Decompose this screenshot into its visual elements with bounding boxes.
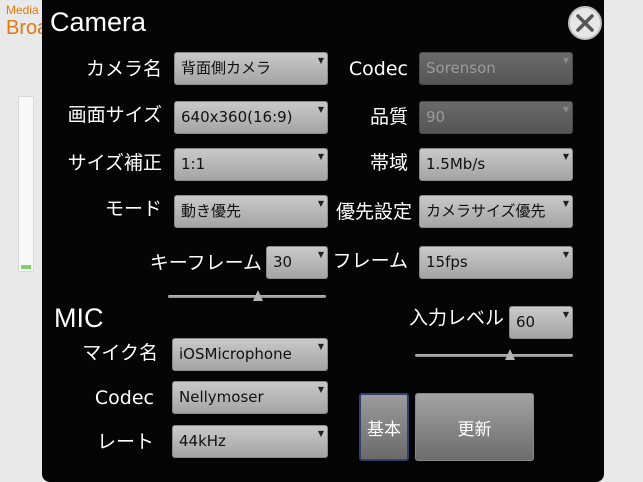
dropdown-arrow-icon: ▼ — [562, 250, 569, 259]
keyframe-value: 30 — [273, 253, 293, 271]
dropdown-arrow-icon: ▼ — [562, 199, 569, 208]
mic-rate-label: レート — [96, 431, 154, 453]
dropdown-arrow-icon: ▼ — [317, 429, 324, 438]
bandwidth-label: 帯域 — [369, 152, 408, 174]
dropdown-arrow-icon: ▼ — [317, 250, 324, 259]
dropdown-arrow-icon: ▼ — [562, 105, 569, 114]
quality-dropdown: 90 ▼ — [419, 101, 573, 134]
framerate-dropdown[interactable]: 15fps ▼ — [419, 246, 573, 279]
input-level-slider[interactable] — [415, 348, 573, 362]
quality-value: 90 — [426, 108, 446, 126]
dropdown-arrow-icon: ▼ — [317, 199, 324, 208]
camera-codec-dropdown: Sorenson ▼ — [419, 52, 573, 85]
framerate-label: フレーム — [332, 250, 408, 272]
dropdown-arrow-icon: ▼ — [317, 56, 324, 65]
mic-rate-dropdown[interactable]: 44kHz ▼ — [172, 425, 328, 458]
keyframe-slider[interactable] — [168, 289, 326, 303]
mic-codec-value: Nellymoser — [179, 388, 264, 406]
dropdown-arrow-icon: ▼ — [317, 385, 324, 394]
size-correction-value: 1:1 — [181, 155, 206, 173]
mode-dropdown[interactable]: 動き優先 ▼ — [174, 195, 328, 228]
screen-size-label: 画面サイズ — [67, 104, 162, 126]
keyframe-slider-track — [168, 295, 326, 298]
close-icon — [576, 14, 594, 32]
mode-label: モード — [104, 198, 162, 220]
bandwidth-dropdown[interactable]: 1.5Mb/s ▼ — [419, 148, 573, 181]
quality-label: 品質 — [369, 106, 408, 128]
settings-dialog: Camera カメラ名 背面側カメラ ▼ 画面サイズ 640x360(16:9)… — [42, 0, 604, 482]
mic-name-dropdown[interactable]: iOSMicrophone ▼ — [172, 338, 328, 371]
camera-codec-label: Codec — [348, 58, 408, 80]
mic-name-value: iOSMicrophone — [179, 345, 292, 363]
keyframe-label: キーフレーム — [149, 252, 262, 274]
mic-codec-label: Codec — [94, 387, 154, 409]
dropdown-arrow-icon: ▼ — [562, 56, 569, 65]
priority-label: 優先設定 — [335, 201, 412, 223]
dropdown-arrow-icon: ▼ — [562, 152, 569, 161]
camera-section-title: Camera — [50, 7, 147, 37]
priority-value: カメラサイズ優先 — [426, 202, 546, 220]
screen-size-value: 640x360(16:9) — [181, 108, 293, 126]
bandwidth-value: 1.5Mb/s — [426, 155, 486, 173]
dropdown-arrow-icon: ▼ — [317, 342, 324, 351]
dropdown-arrow-icon: ▼ — [317, 105, 324, 114]
dropdown-arrow-icon: ▼ — [317, 152, 324, 161]
input-level-dropdown[interactable]: 60 ▼ — [509, 306, 573, 339]
input-level-value: 60 — [516, 313, 536, 331]
mode-value: 動き優先 — [181, 202, 242, 220]
size-correction-dropdown[interactable]: 1:1 ▼ — [174, 148, 328, 181]
input-level-slider-thumb[interactable] — [505, 349, 515, 360]
priority-dropdown[interactable]: カメラサイズ優先 ▼ — [419, 195, 573, 228]
mic-section-title: MIC — [54, 303, 104, 333]
background-level-meter — [18, 96, 34, 272]
input-level-slider-track — [415, 354, 573, 357]
close-button[interactable] — [568, 6, 602, 40]
input-level-label: 入力レベル — [408, 307, 504, 329]
size-correction-label: サイズ補正 — [67, 152, 162, 174]
camera-name-label: カメラ名 — [85, 58, 162, 80]
camera-name-value: 背面側カメラ — [181, 59, 272, 77]
camera-codec-value: Sorenson — [426, 59, 496, 77]
update-button[interactable]: 更新 — [415, 393, 534, 461]
basic-button[interactable]: 基本 — [359, 393, 409, 461]
keyframe-dropdown[interactable]: 30 ▼ — [266, 246, 328, 279]
mic-rate-value: 44kHz — [179, 432, 226, 450]
framerate-value: 15fps — [426, 253, 468, 271]
keyframe-slider-thumb[interactable] — [253, 290, 263, 301]
dropdown-arrow-icon: ▼ — [562, 310, 569, 319]
mic-name-label: マイク名 — [82, 342, 158, 364]
screen-size-dropdown[interactable]: 640x360(16:9) ▼ — [174, 101, 328, 134]
camera-name-dropdown[interactable]: 背面側カメラ ▼ — [174, 52, 328, 85]
background-level-meter-fill — [21, 265, 31, 269]
mic-codec-dropdown[interactable]: Nellymoser ▼ — [172, 381, 328, 414]
